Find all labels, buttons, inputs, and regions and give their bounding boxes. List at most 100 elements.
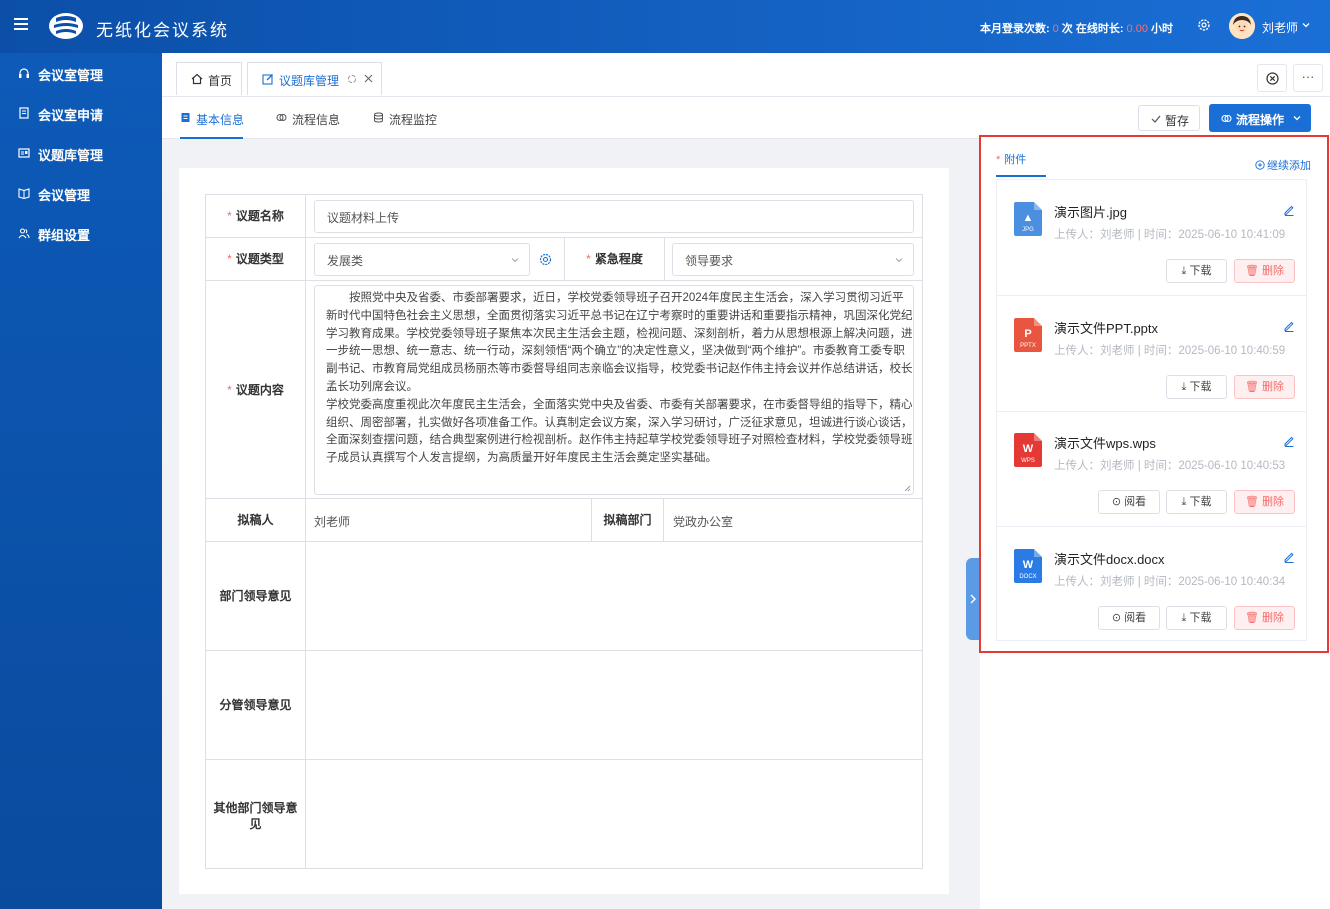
download-button[interactable]: ⤓ 下载 xyxy=(1166,259,1227,283)
link-icon xyxy=(276,114,287,121)
user-avatar[interactable] xyxy=(1229,13,1255,39)
add-attachment-button[interactable]: 继续添加 xyxy=(1255,157,1311,173)
content-text: 按照党中央及省委、市委部署要求，近日，学校党委领导班子召开2024年度民主生活会… xyxy=(326,292,913,465)
drafter-cell: 刘老师 xyxy=(306,499,592,542)
tab-topic-library[interactable]: 议题库管理 xyxy=(247,62,382,95)
download-button[interactable]: ⤓ 下载 xyxy=(1166,374,1227,399)
resize-handle-icon[interactable] xyxy=(904,485,911,492)
view-button[interactable]: ⊙ 阅看 xyxy=(1098,605,1160,630)
edit-icon[interactable] xyxy=(1283,204,1295,216)
group-icon xyxy=(18,228,30,239)
save-label: 暂存 xyxy=(1165,114,1190,128)
subtab-basic-info[interactable]: 基本信息 xyxy=(180,97,245,139)
subtab-flow-info[interactable]: 流程信息 xyxy=(276,97,346,139)
urgency-label: * 紧急程度 xyxy=(565,238,665,281)
search-icon: ⊙ xyxy=(1111,611,1122,624)
sidebar-item-room-request[interactable]: 会议室申请 xyxy=(0,93,162,133)
user-name[interactable]: 刘老师 xyxy=(1262,19,1298,36)
delete-button[interactable]: 🗑 删除 xyxy=(1234,490,1295,514)
trash-icon: 🗑 xyxy=(1244,496,1259,508)
sidebar-item-meeting-room[interactable]: 会议室管理 xyxy=(0,53,162,93)
login-stats: 本月登录次数: 0 次 在线时长: 0.00 小时 xyxy=(980,20,1173,36)
attachment-meta: 上传人：刘老师 | 时间：2025-06-10 10:40:53 xyxy=(1054,460,1286,472)
attachment-item: W DOCX 演示文件docx.docx 上传人：刘老师 | 时间：2025-06-1… xyxy=(997,527,1306,643)
sidebar-item-meeting-management[interactable]: 会议管理 xyxy=(0,173,162,213)
attachment-name[interactable]: 演示文件PPT.pptx xyxy=(1054,318,1158,337)
document-icon xyxy=(181,113,190,122)
other-leader-opinion[interactable] xyxy=(306,760,922,868)
view-button[interactable]: ⊙ 阅看 xyxy=(1098,490,1160,514)
svg-text:JPG: JPG xyxy=(1022,227,1034,233)
trash-icon: 🗑 xyxy=(1244,380,1259,393)
delete-button[interactable]: 🗑 删除 xyxy=(1234,605,1295,630)
attachment-name[interactable]: 演示文件docx.docx xyxy=(1054,549,1165,568)
subtab-label: 基本信息 xyxy=(196,113,245,127)
svg-text:W: W xyxy=(1023,443,1034,455)
content-textarea[interactable]: 按照党中央及省委、市委部署要求，近日，学校党委领导班子召开2024年度民主生活会… xyxy=(314,285,914,495)
dept-leader-opinion[interactable] xyxy=(306,542,922,651)
type-select[interactable]: 发展类 xyxy=(314,243,530,276)
content-label: * 议题内容 xyxy=(206,281,306,499)
document-icon xyxy=(19,107,29,119)
edit-icon[interactable] xyxy=(1283,435,1295,447)
settings-gear-icon[interactable] xyxy=(539,253,552,266)
sub-navigation: 基本信息 流程信息 流程监控 暂存 流程操作 xyxy=(162,97,1330,139)
attachment-meta: 上传人：刘老师 | 时间：2025-06-10 10:40:59 xyxy=(1054,344,1286,357)
delete-button[interactable]: 🗑 删除 xyxy=(1234,259,1295,283)
svg-text:P: P xyxy=(1024,328,1031,340)
title-input[interactable]: 议题材料上传 xyxy=(314,200,914,233)
attachment-tab[interactable]: * 附件 xyxy=(996,151,1026,167)
attachment-tab-underline xyxy=(996,175,1046,177)
title-label: * 议题名称 xyxy=(206,195,306,238)
svg-text:DOCX: DOCX xyxy=(1019,574,1036,580)
type-label: * 议题类型 xyxy=(206,238,306,281)
dept-value: 党政办公室 xyxy=(673,515,734,529)
close-icon[interactable] xyxy=(364,74,373,83)
flow-actions-button[interactable]: 流程操作 xyxy=(1209,104,1311,132)
tab-home[interactable]: 首页 xyxy=(176,62,242,95)
topic-form-table: * 议题名称 议题材料上传 * 议题类型 发展类 * 紧急程度 领导要求 * 议… xyxy=(205,194,923,869)
avatar-face-icon xyxy=(1229,13,1255,39)
sidebar-item-label: 议题库管理 xyxy=(38,148,104,163)
delete-button[interactable]: 🗑 删除 xyxy=(1234,374,1295,399)
circle-close-icon xyxy=(1266,72,1279,85)
link-icon xyxy=(1221,114,1232,123)
type-cell: 发展类 xyxy=(306,238,565,281)
dept-leader-label: 部门领导意见 xyxy=(206,542,306,651)
online-time-label: 在线时长: xyxy=(1075,23,1124,35)
edit-icon[interactable] xyxy=(1283,551,1295,563)
refresh-icon[interactable] xyxy=(347,74,357,84)
sidebar-item-group-settings[interactable]: 群组设置 xyxy=(0,213,162,253)
headset-icon xyxy=(19,68,29,78)
subtab-label: 流程信息 xyxy=(292,113,341,127)
sidebar-item-topic-library[interactable]: 议题库管理 xyxy=(0,133,162,173)
menu-toggle-icon[interactable] xyxy=(14,18,28,30)
top-header: 无纸化会议系统 本月登录次数: 0 次 在线时长: 0.00 小时 刘老师 xyxy=(0,0,1330,53)
subtab-flow-monitor[interactable]: 流程监控 xyxy=(373,97,443,139)
other-leader-label: 其他部门领导意见 xyxy=(206,760,306,868)
sidebar-item-label: 群组设置 xyxy=(38,228,91,243)
title-cell: 议题材料上传 xyxy=(306,195,922,238)
sidebar: 会议室管理 会议室申请 议题库管理 会议管理 群组设置 xyxy=(0,53,162,909)
plus-circle-icon xyxy=(1255,160,1265,170)
drafter-value: 刘老师 xyxy=(314,515,351,529)
charge-leader-opinion[interactable] xyxy=(306,651,922,760)
attachment-meta: 上传人：刘老师 | 时间：2025-06-10 10:41:09 xyxy=(1054,229,1286,241)
save-draft-button[interactable]: 暂存 xyxy=(1138,105,1200,131)
trash-icon: 🗑 xyxy=(1244,611,1259,624)
panel-collapse-handle[interactable] xyxy=(966,558,980,640)
download-button[interactable]: ⤓ 下载 xyxy=(1166,605,1227,630)
settings-gear-icon[interactable] xyxy=(1197,18,1211,32)
login-count: 0 xyxy=(1052,23,1059,35)
sidebar-item-label: 会议室申请 xyxy=(38,108,104,123)
edit-icon[interactable] xyxy=(1283,320,1295,332)
download-icon: ⤓ xyxy=(1181,380,1187,393)
chevron-down-icon[interactable] xyxy=(1302,21,1310,29)
urgency-select[interactable]: 领导要求 xyxy=(672,243,914,276)
more-icon[interactable]: ··· xyxy=(1293,64,1323,92)
tab-label: 议题库管理 xyxy=(279,74,340,88)
close-all-tabs-button[interactable] xyxy=(1257,64,1287,92)
attachment-name[interactable]: 演示图片.jpg xyxy=(1054,202,1127,221)
download-button[interactable]: ⤓ 下载 xyxy=(1166,490,1227,514)
attachment-name[interactable]: 演示文件wps.wps xyxy=(1054,433,1156,452)
